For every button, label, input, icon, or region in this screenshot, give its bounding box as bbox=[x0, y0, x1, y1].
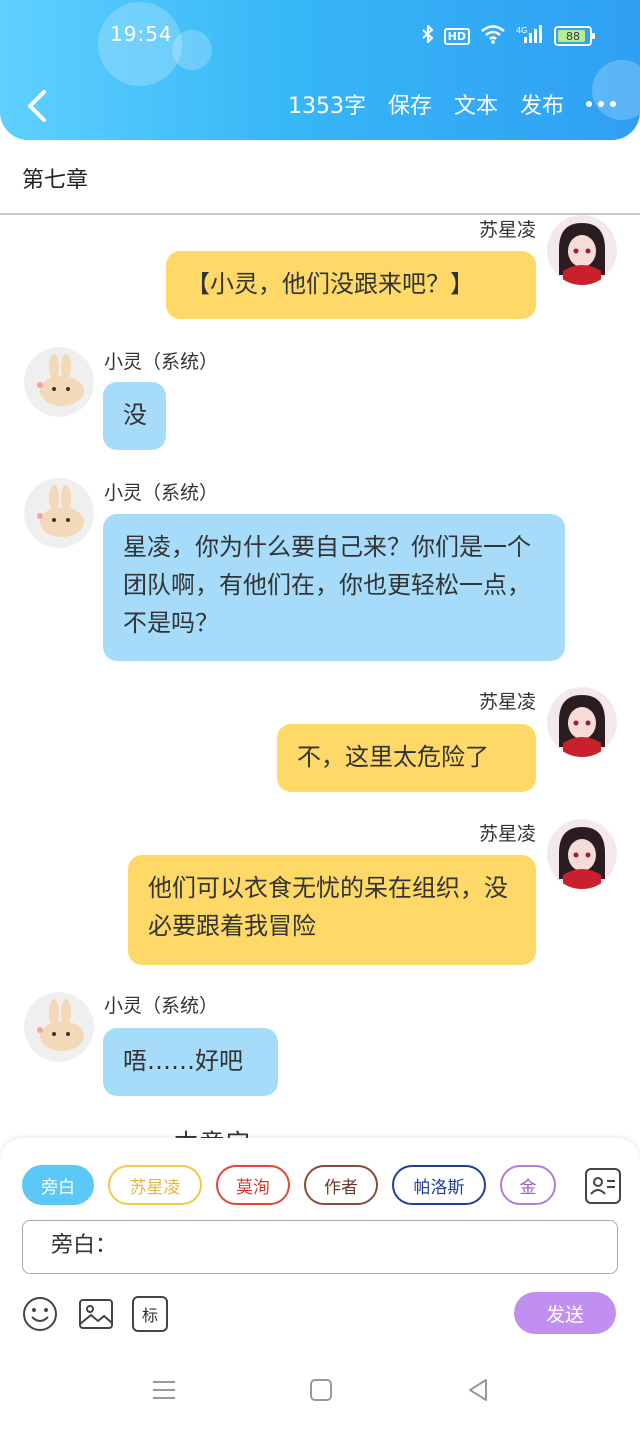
wifi-icon bbox=[480, 24, 506, 48]
chevron-left-icon bbox=[28, 90, 46, 122]
back-button[interactable] bbox=[22, 86, 52, 126]
send-button[interactable]: 发送 bbox=[514, 1292, 616, 1334]
system-nav-bar bbox=[0, 1350, 640, 1429]
avatar-xiaoling[interactable] bbox=[24, 992, 94, 1062]
speaker-name: 苏星凌 bbox=[478, 691, 536, 713]
avatar-xiaoling[interactable] bbox=[24, 347, 94, 417]
text-button[interactable]: 文本 bbox=[454, 88, 498, 120]
decor-bubble bbox=[172, 30, 212, 70]
editor-toolbar: 1353字 保存 文本 发布 bbox=[288, 88, 616, 120]
status-icons: HD 4G 88 bbox=[421, 23, 595, 48]
speaker-name: 小灵（系统） bbox=[104, 482, 219, 504]
app-header: 19:54 HD 4G 88 1353字 保存 文本 发布 bbox=[0, 0, 640, 140]
battery-level: 88 bbox=[566, 29, 580, 43]
speaker-name: 小灵（系统） bbox=[104, 995, 219, 1017]
publish-button[interactable]: 发布 bbox=[520, 88, 564, 120]
compose-panel: 旁白 苏星凌 莫洵 作者 帕洛斯 金 旁白： 标 发送 bbox=[0, 1138, 640, 1350]
network-label: 4G bbox=[516, 26, 527, 35]
battery-icon: 88 bbox=[554, 26, 595, 46]
home-icon[interactable] bbox=[307, 1376, 335, 1404]
speaker-name: 苏星凌 bbox=[478, 823, 536, 845]
message-bubble[interactable]: 【小灵，他们没跟来吧？】 bbox=[166, 251, 536, 319]
role-chip-suxingling[interactable]: 苏星凌 bbox=[108, 1165, 202, 1205]
save-button[interactable]: 保存 bbox=[388, 88, 432, 120]
avatar-suxingling[interactable] bbox=[547, 819, 617, 889]
avatar-xiaoling[interactable] bbox=[24, 478, 94, 548]
menu-icon[interactable] bbox=[150, 1376, 178, 1404]
message-bubble[interactable]: 没 bbox=[103, 382, 166, 450]
speaker-name: 苏星凌 bbox=[478, 219, 536, 241]
role-chip-author[interactable]: 作者 bbox=[304, 1165, 378, 1205]
message-bubble[interactable]: 他们可以衣食无忧的呆在组织，没必要跟着我冒险 bbox=[128, 855, 536, 965]
role-chip-narration[interactable]: 旁白 bbox=[22, 1165, 94, 1205]
hd-badge: HD bbox=[443, 27, 470, 45]
back-nav-icon[interactable] bbox=[464, 1376, 492, 1404]
status-time: 19:54 bbox=[110, 22, 173, 46]
role-chip-moxun[interactable]: 莫洵 bbox=[216, 1165, 290, 1205]
more-icon[interactable] bbox=[586, 101, 616, 107]
image-icon[interactable] bbox=[78, 1296, 114, 1332]
chapter-title[interactable]: 第七章 bbox=[22, 162, 88, 194]
role-chip-jin[interactable]: 金 bbox=[500, 1165, 556, 1205]
chat-area[interactable]: 苏星凌 【小灵，他们没跟来吧？】 小灵（系统） 没 小灵（系统） 星凌，你为什么… bbox=[0, 215, 640, 1140]
message-bubble[interactable]: 不，这里太危险了 bbox=[277, 724, 536, 792]
speaker-name: 小灵（系统） bbox=[104, 351, 219, 373]
word-count: 1353字 bbox=[287, 94, 366, 119]
avatar-suxingling[interactable] bbox=[547, 215, 617, 285]
message-bubble[interactable]: 星凌，你为什么要自己来？你们是一个团队啊，有他们在，你也更轻松一点，不是吗？ bbox=[103, 514, 565, 661]
message-input[interactable]: 旁白： bbox=[22, 1220, 618, 1274]
bluetooth-icon bbox=[421, 23, 434, 47]
message-bubble[interactable]: 唔……好吧 bbox=[103, 1028, 278, 1096]
role-selector: 旁白 苏星凌 莫洵 作者 帕洛斯 金 bbox=[22, 1165, 556, 1205]
role-chip-palos[interactable]: 帕洛斯 bbox=[392, 1165, 486, 1205]
signal-icon: 4G bbox=[516, 24, 544, 48]
smile-icon[interactable] bbox=[22, 1296, 58, 1332]
avatar-suxingling[interactable] bbox=[547, 687, 617, 757]
contacts-icon[interactable] bbox=[585, 1168, 621, 1204]
mark-button[interactable]: 标 bbox=[132, 1296, 168, 1332]
